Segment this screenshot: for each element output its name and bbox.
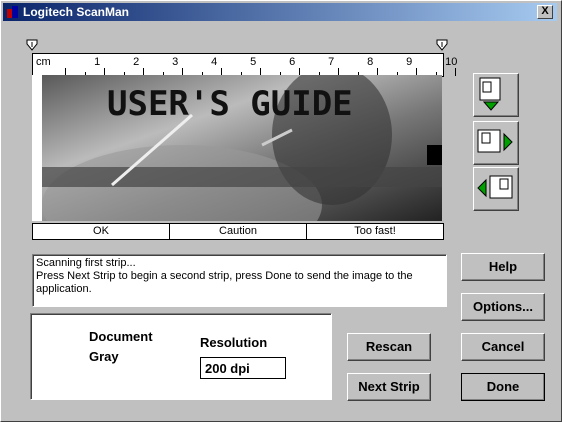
- app-icon: [7, 6, 18, 18]
- close-button[interactable]: X: [537, 5, 553, 19]
- color-mode: Gray: [89, 349, 119, 364]
- ruler-number: 5: [250, 56, 257, 68]
- scan-preview: USER'S GUIDE: [32, 75, 442, 221]
- next-strip-button[interactable]: Next Strip: [347, 373, 431, 401]
- close-icon: X: [541, 5, 549, 17]
- scan-info-panel: [30, 313, 332, 400]
- cancel-button[interactable]: Cancel: [461, 333, 545, 361]
- speed-too-fast: Too fast!: [354, 225, 396, 237]
- ruler-number: 3: [172, 56, 179, 68]
- title-bar: Logitech ScanMan X: [3, 3, 557, 21]
- scan-right-icon: [477, 129, 513, 153]
- ruler-number: 2: [133, 56, 140, 68]
- ruler-number: 10: [445, 56, 458, 68]
- scan-down-icon: [479, 77, 501, 111]
- speed-indicator: OK Caution Too fast!: [32, 223, 444, 240]
- options-button[interactable]: Options...: [461, 293, 545, 321]
- resolution-label: Resolution: [200, 335, 268, 350]
- speed-caution: Caution: [170, 224, 307, 239]
- message-line-2: Press Next Strip to begin a second strip…: [36, 270, 413, 295]
- ruler-number: 6: [289, 56, 296, 68]
- done-button[interactable]: Done: [461, 373, 545, 401]
- help-button[interactable]: Help: [461, 253, 545, 281]
- ruler-number: 7: [328, 56, 335, 68]
- message-line-1: Scanning first strip...: [36, 257, 136, 269]
- scan-right-button[interactable]: [473, 121, 519, 165]
- scan-text: USER'S GUIDE: [107, 84, 353, 124]
- ruler-number: 1: [94, 56, 101, 68]
- ruler: cm 1 2 3 4 5 6 7 8 9 10: [32, 53, 457, 77]
- document-label: Document: [89, 329, 153, 344]
- scan-down-button[interactable]: [473, 73, 519, 117]
- message-box: Scanning first strip... Press Next Strip…: [32, 254, 447, 307]
- scan-left-icon: [477, 175, 513, 199]
- left-margin-marker[interactable]: [26, 39, 38, 51]
- ruler-tick: [455, 68, 456, 76]
- scan-preview-image: USER'S GUIDE: [32, 75, 442, 221]
- ruler-number: 4: [211, 56, 218, 68]
- ruler-number: 8: [367, 56, 374, 68]
- resolution-field[interactable]: 200 dpi: [200, 357, 286, 379]
- ruler-unit: cm: [36, 56, 51, 68]
- window-title: Logitech ScanMan: [23, 5, 130, 19]
- scan-left-button[interactable]: [473, 167, 519, 211]
- rescan-button[interactable]: Rescan: [347, 333, 431, 361]
- right-margin-marker[interactable]: [436, 39, 448, 51]
- speed-ok: OK: [33, 224, 170, 239]
- scanman-window: Logitech ScanMan X cm 1 2 3 4 5 6 7 8 9 10 USER: [0, 0, 562, 422]
- ruler-number: 9: [406, 56, 413, 68]
